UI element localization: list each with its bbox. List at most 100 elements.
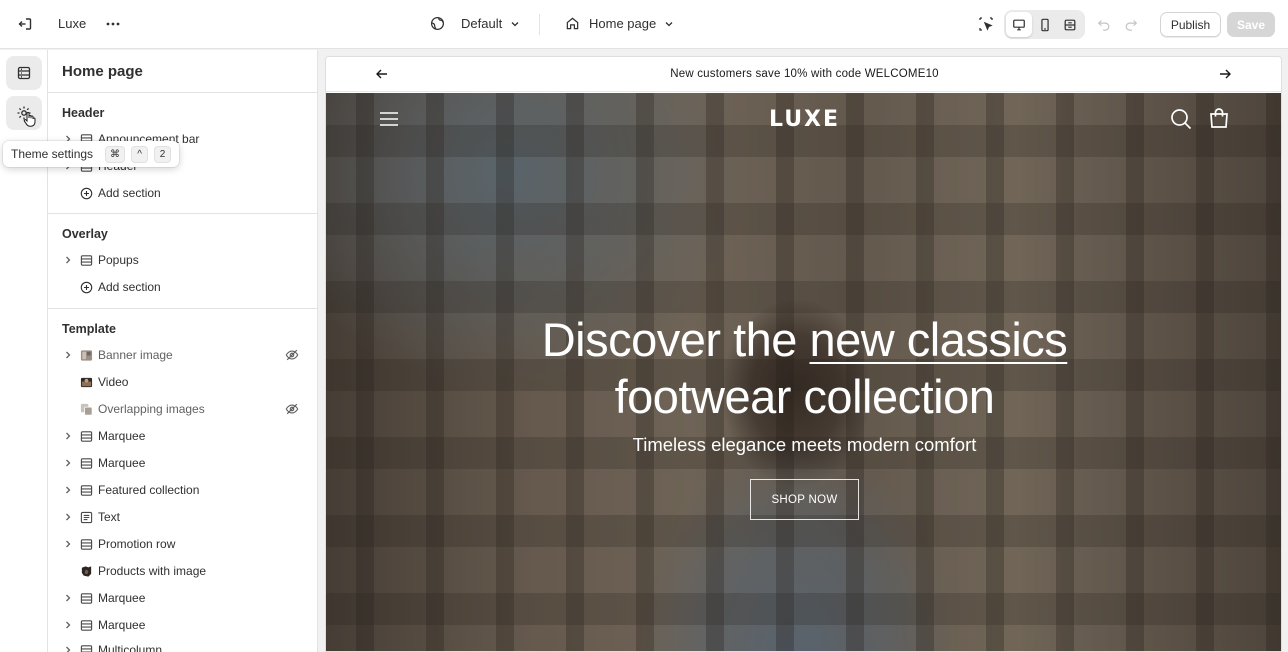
section-icon	[79, 483, 93, 497]
sidebar-item-overlapping-images[interactable]: Overlapping images	[48, 397, 317, 421]
sidebar-item-label: Popups	[98, 253, 139, 267]
sidebar-divider	[48, 308, 317, 309]
sidebar-item-marquee[interactable]: Marquee	[48, 451, 317, 475]
undo-icon[interactable]	[1090, 10, 1118, 38]
group-title-overlay: Overlay	[62, 227, 108, 241]
sidebar-item-marquee[interactable]: Marquee	[48, 424, 317, 448]
hero-title-line2: footwear collection	[614, 370, 995, 423]
sidebar-item-label: Marquee	[98, 429, 146, 443]
hero-title: Discover the new classics footwear colle…	[326, 311, 1281, 425]
sidebar-item-label: Banner image	[98, 348, 173, 362]
chevron-right-icon[interactable]	[62, 538, 74, 550]
section-icon	[79, 618, 93, 632]
store-header: LUXE	[326, 93, 1281, 153]
search-icon[interactable]	[1170, 108, 1192, 135]
plus-circle-icon	[79, 280, 93, 294]
sidebar-divider	[48, 213, 317, 214]
group-title-template: Template	[62, 322, 116, 336]
exit-icon[interactable]	[11, 10, 39, 38]
fullscreen-view-icon[interactable]	[1057, 12, 1083, 37]
sidebar-item-video[interactable]: Video	[48, 370, 317, 394]
section-icon	[79, 537, 93, 551]
chevron-right-icon[interactable]	[62, 619, 74, 631]
chevron-down-icon	[510, 19, 520, 29]
page-selector[interactable]: Home page	[565, 16, 674, 31]
sidebar-item-label: Marquee	[98, 456, 146, 470]
sidebar-item-products-with-image[interactable]: Products with image	[48, 559, 317, 583]
sidebar-item-label: Marquee	[98, 618, 146, 632]
hand-cursor-icon	[23, 111, 37, 127]
chevron-right-icon[interactable]	[62, 254, 74, 266]
redo-icon[interactable]	[1117, 10, 1145, 38]
add-section-button-header[interactable]: Add section	[48, 181, 317, 205]
sidebar-item-marquee[interactable]: Marquee	[48, 586, 317, 610]
shortcut-key-cmd: ⌘	[105, 145, 126, 163]
sidebar-item-label: Text	[98, 510, 121, 524]
tooltip-label: Theme settings	[11, 147, 94, 161]
sidebar-item-promotion-row[interactable]: Promotion row	[48, 532, 317, 556]
publish-button[interactable]: Publish	[1160, 12, 1221, 37]
globe-icon	[430, 16, 445, 31]
storefront-preview: New customers save 10% with code WELCOME…	[325, 56, 1282, 652]
sidebar-item-banner-image[interactable]: Banner image	[48, 343, 317, 367]
add-section-button-overlay[interactable]: Add section	[48, 275, 317, 299]
image-icon	[79, 348, 93, 362]
section-icon	[79, 253, 93, 267]
announcement-text: New customers save 10% with code WELCOME…	[670, 68, 939, 80]
sidebar-item-label: Video	[98, 375, 129, 389]
arrow-right-icon[interactable]	[1217, 66, 1233, 85]
home-icon	[565, 16, 580, 31]
desktop-view-icon[interactable]	[1006, 12, 1032, 37]
hero-banner: LUXE Discover the new classics footwear …	[326, 93, 1281, 651]
sidebar-item-label: Featured collection	[98, 483, 200, 497]
theme-selector[interactable]: Default	[430, 16, 520, 31]
eye-off-icon[interactable]	[285, 348, 299, 365]
chevron-right-icon[interactable]	[62, 457, 74, 469]
theme-settings-tooltip: Theme settings ⌘ ^ 2	[3, 141, 180, 167]
theme-settings-icon[interactable]	[6, 96, 42, 130]
sidebar-item-multicolumn[interactable]: Multicolumn	[48, 638, 317, 652]
plus-circle-icon	[79, 186, 93, 200]
theme-name: Default	[461, 16, 503, 31]
sidebar-item-featured-collection[interactable]: Featured collection	[48, 478, 317, 502]
chevron-right-icon[interactable]	[62, 484, 74, 496]
sidebar-item-label: Promotion row	[98, 537, 176, 551]
sidebar-item-popups[interactable]: Popups	[48, 248, 317, 272]
save-button[interactable]: Save	[1227, 12, 1275, 37]
topbar-divider	[539, 14, 540, 35]
image-icon	[79, 402, 93, 416]
add-section-label: Add section	[98, 186, 161, 200]
mobile-view-icon[interactable]	[1032, 12, 1058, 37]
chevron-right-icon[interactable]	[62, 511, 74, 523]
sidebar-divider	[48, 92, 317, 93]
group-title-header: Header	[62, 106, 105, 120]
sidebar-item-marquee[interactable]: Marquee	[48, 613, 317, 637]
inspector-icon[interactable]	[972, 10, 1000, 38]
shortcut-key-2: 2	[154, 145, 172, 163]
chevron-right-icon[interactable]	[62, 430, 74, 442]
section-icon	[79, 456, 93, 470]
video-thumb-icon	[79, 375, 93, 389]
arrow-left-icon[interactable]	[374, 66, 390, 85]
eye-off-icon[interactable]	[285, 402, 299, 419]
sidebar-item-label: Overlapping images	[98, 402, 205, 416]
sidebar-item-label: Multicolumn	[98, 643, 163, 652]
chevron-right-icon[interactable]	[62, 644, 74, 652]
page-selector-label: Home page	[589, 16, 657, 31]
announcement-bar: New customers save 10% with code WELCOME…	[326, 57, 1281, 92]
sidebar-item-text[interactable]: Text	[48, 505, 317, 529]
chevron-right-icon[interactable]	[62, 349, 74, 361]
store-logo[interactable]: LUXE	[326, 107, 1281, 132]
section-icon	[79, 591, 93, 605]
top-bar: Luxe Default Home page Publish Save	[0, 0, 1288, 49]
chevron-down-icon	[664, 19, 674, 29]
hero-title-part1: Discover the	[541, 313, 810, 366]
hero-title-underlined: new classics	[809, 313, 1068, 366]
chevron-right-icon[interactable]	[62, 592, 74, 604]
shopping-bag-icon[interactable]	[1208, 107, 1230, 134]
more-icon[interactable]	[99, 10, 127, 38]
store-name: Luxe	[58, 16, 87, 31]
shop-now-button[interactable]: SHOP NOW	[750, 479, 859, 520]
sections-icon[interactable]	[6, 56, 42, 90]
section-icon	[79, 643, 93, 652]
